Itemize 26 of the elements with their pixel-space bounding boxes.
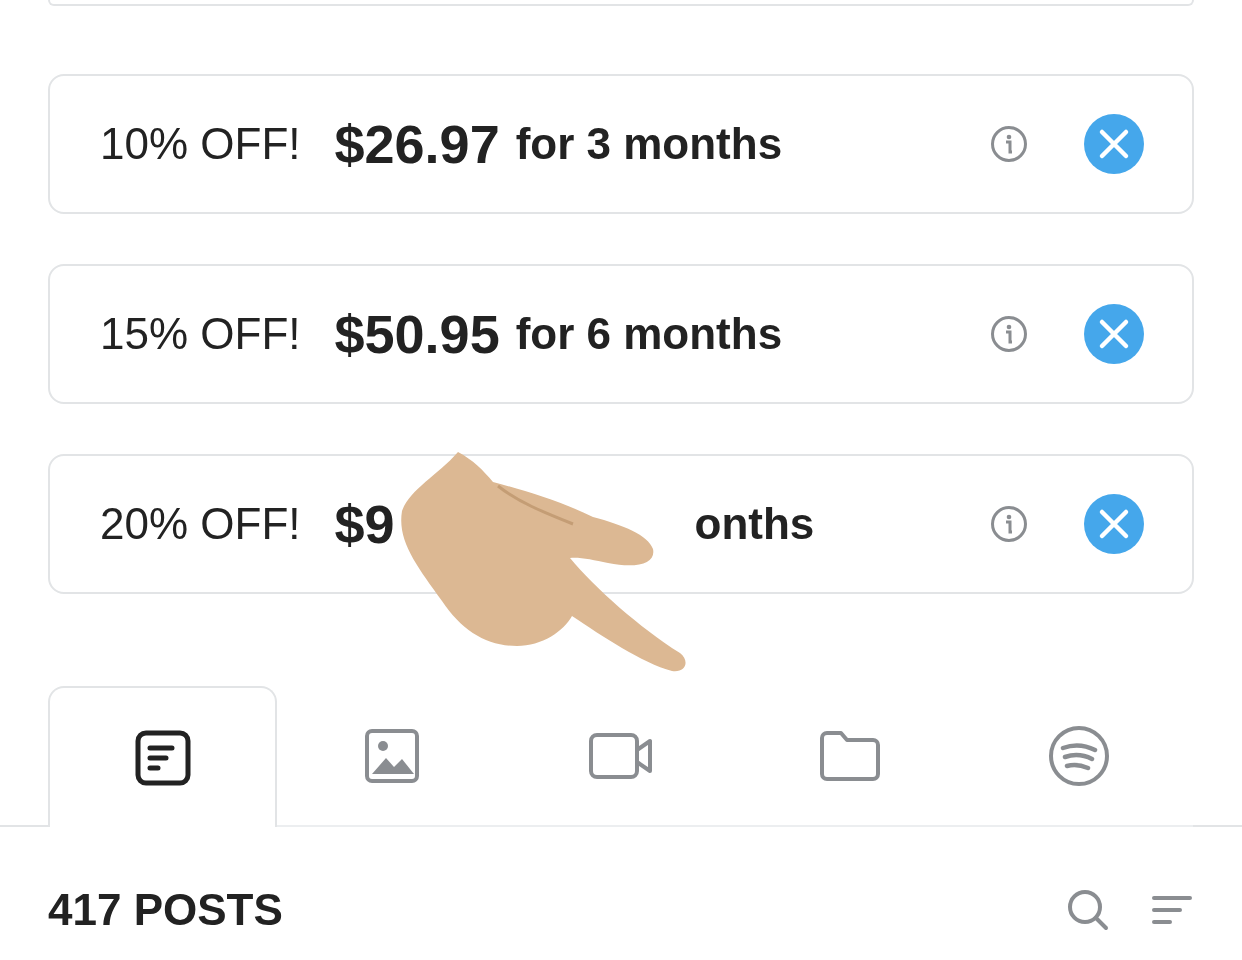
discount-label: 20% OFF!: [100, 498, 301, 550]
music-circle-icon: [1047, 724, 1110, 787]
content-tab[interactable]: [48, 686, 277, 827]
close-icon[interactable]: [1084, 114, 1144, 174]
bundle-option[interactable]: 20% OFF! $9 onths: [48, 454, 1194, 594]
discount-label: 15% OFF!: [100, 308, 301, 360]
info-icon[interactable]: [990, 125, 1028, 163]
video-camera-icon: [588, 731, 653, 780]
info-icon[interactable]: [990, 315, 1028, 353]
info-icon[interactable]: [990, 505, 1028, 543]
price: $9: [334, 492, 395, 556]
price: $50.95: [334, 302, 500, 366]
period-label: onths: [694, 498, 815, 550]
search-icon[interactable]: [1066, 888, 1110, 932]
period-label: for 3 months: [515, 118, 783, 170]
image-icon: [363, 727, 420, 784]
bundle-option[interactable]: 15% OFF! $50.95 for 6 months: [48, 264, 1194, 404]
posts-count: 417 POSTS: [48, 884, 283, 936]
discount-label: 10% OFF!: [100, 118, 301, 170]
post-icon: [134, 729, 191, 786]
bundle-option[interactable]: 10% OFF! $26.97 for 3 months: [48, 74, 1194, 214]
close-icon[interactable]: [1084, 304, 1144, 364]
price: $26.97: [334, 112, 500, 176]
period-label: for 6 months: [515, 308, 783, 360]
close-icon[interactable]: [1084, 494, 1144, 554]
folder-icon: [818, 729, 881, 782]
